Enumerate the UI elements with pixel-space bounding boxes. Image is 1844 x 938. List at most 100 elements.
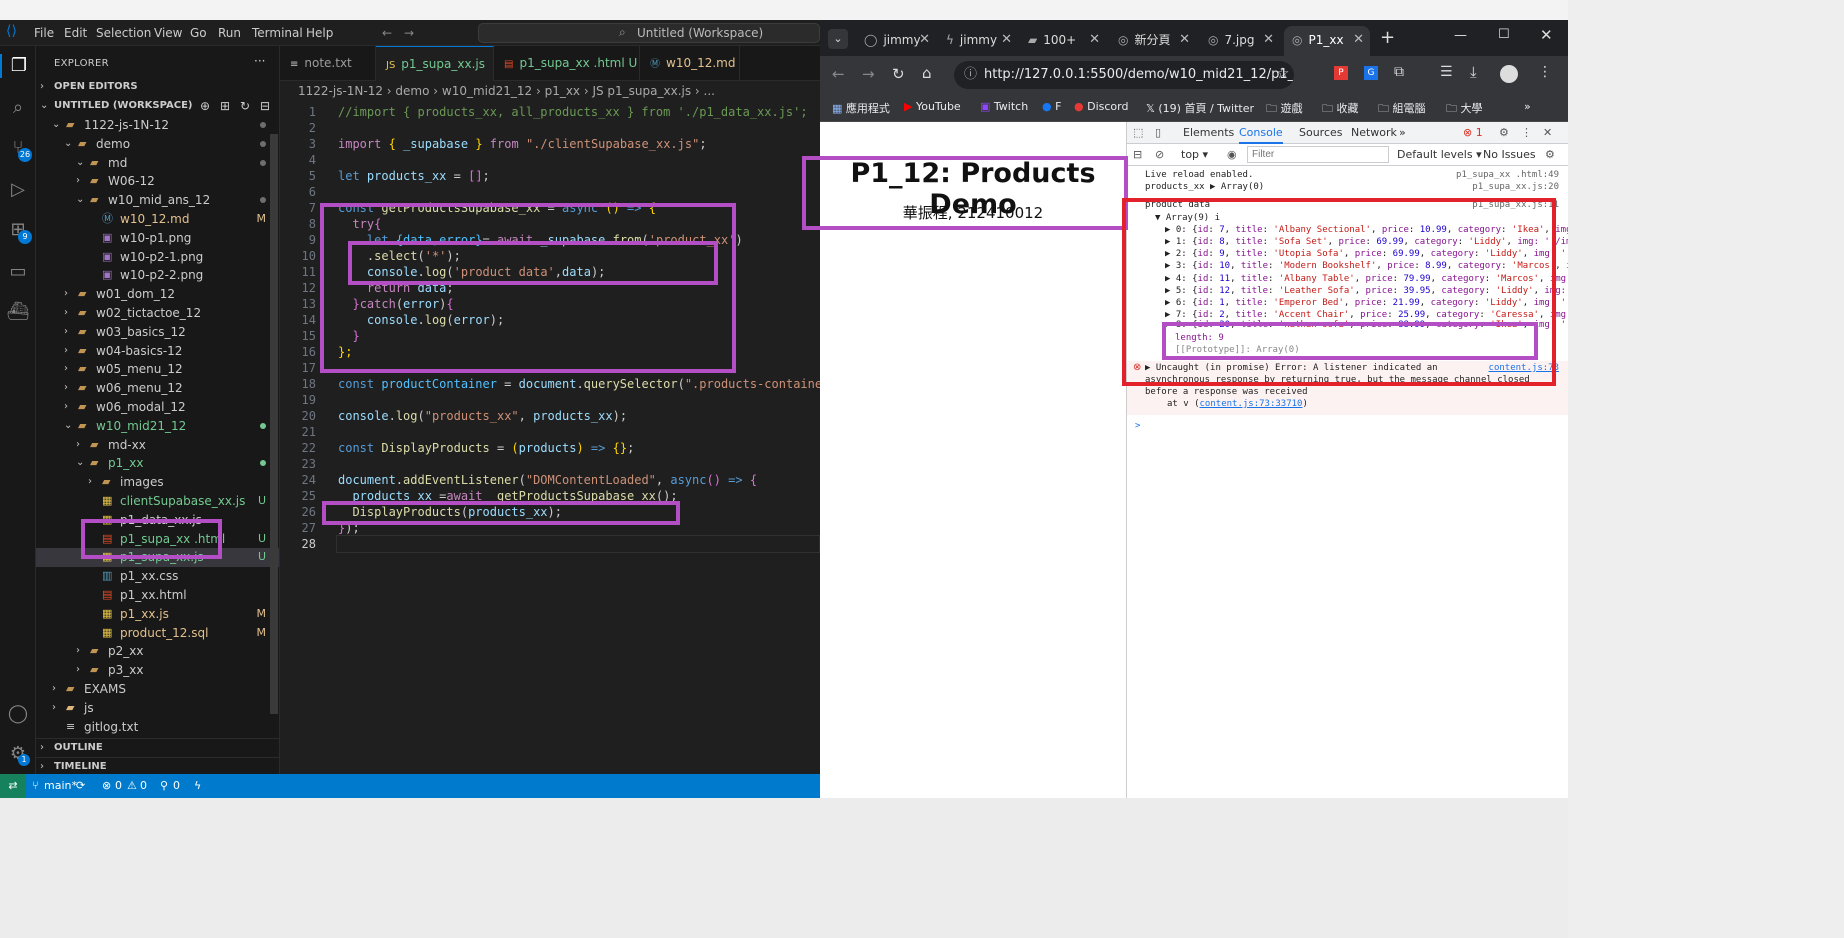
console-source-link[interactable]: p1_supa_xx.js:11 bbox=[1472, 200, 1559, 210]
more-tabs-icon[interactable]: » bbox=[1399, 126, 1406, 139]
account-icon[interactable]: ◯ bbox=[6, 702, 30, 726]
chevron-right-icon[interactable]: › bbox=[76, 436, 80, 454]
browser-tab[interactable]: ◎ 新分頁 ✕ bbox=[1110, 26, 1196, 56]
browser-tab[interactable]: ◎ 7.jpg ✕ bbox=[1200, 26, 1280, 56]
bookmark-apps[interactable]: ▦ 應用程式 bbox=[832, 100, 890, 116]
tree-item[interactable]: ⌄ ▰ 1122-js-1N-12 bbox=[36, 116, 279, 135]
back-icon[interactable]: ← bbox=[832, 65, 845, 83]
tree-item[interactable]: ⌄ ▰ w10_mid21_12 bbox=[36, 417, 279, 436]
editor-tab[interactable]: JSp1_supa_xx.js U bbox=[376, 46, 494, 107]
clear-console-icon[interactable]: ⊘ bbox=[1155, 148, 1164, 161]
close-tab-icon[interactable]: ✕ bbox=[1353, 26, 1364, 54]
tree-item[interactable]: ▣ w10-p1.png bbox=[36, 229, 279, 248]
chevron-down-icon[interactable]: ⌄ bbox=[64, 417, 72, 435]
run-debug-icon[interactable]: ▷ bbox=[6, 178, 30, 202]
outline-section[interactable]: › OUTLINE bbox=[36, 738, 279, 757]
tree-item[interactable]: ▦ p1_data_xx.js bbox=[36, 511, 279, 530]
tree-item[interactable]: › ▰ md-xx bbox=[36, 436, 279, 455]
error-source-link[interactable]: content.js:73 bbox=[1489, 363, 1559, 373]
close-tab-icon[interactable]: ✕ bbox=[1001, 26, 1012, 54]
chevron-right-icon[interactable]: › bbox=[52, 680, 56, 698]
workspace-section[interactable]: ⌄ UNTITLED (WORKSPACE) ⊕ ⊞ ↻ ⊟ bbox=[36, 97, 279, 116]
tab-console[interactable]: Console bbox=[1239, 126, 1283, 144]
menu-help[interactable]: Help bbox=[306, 26, 333, 40]
menu-edit[interactable]: Edit bbox=[64, 26, 87, 40]
tree-item[interactable]: ▥ p1_xx.css bbox=[36, 567, 279, 586]
chevron-down-icon[interactable]: ⌄ bbox=[76, 191, 84, 209]
issues-counter[interactable]: No Issues bbox=[1483, 148, 1536, 161]
tree-item[interactable]: ⌄ ▰ demo bbox=[36, 135, 279, 154]
menu-run[interactable]: Run bbox=[218, 26, 241, 40]
reading-list-icon[interactable]: ☰ bbox=[1440, 64, 1453, 80]
maximize-icon[interactable]: ☐ bbox=[1498, 27, 1510, 42]
tree-item[interactable]: › ▰ w05_menu_12 bbox=[36, 360, 279, 379]
site-info-icon[interactable]: ⓘ bbox=[964, 61, 977, 89]
tree-item[interactable]: ⌄ ▰ w10_mid_ans_12 bbox=[36, 191, 279, 210]
tree-item[interactable]: ▦ clientSupabase_xx.js U bbox=[36, 492, 279, 511]
new-tab-icon[interactable]: + bbox=[1380, 27, 1395, 48]
device-toolbar-icon[interactable]: ▯ bbox=[1155, 126, 1161, 139]
tree-item[interactable]: › ▰ w01_dom_12 bbox=[36, 285, 279, 304]
tree-item[interactable]: Ⓜw10_12.md M bbox=[36, 210, 279, 229]
tree-item[interactable]: ▤ p1_xx.html bbox=[36, 586, 279, 605]
command-center[interactable]: ⌕ Untitled (Workspace) bbox=[478, 23, 820, 43]
tree-item[interactable]: › ▰ w04-basics-12 bbox=[36, 342, 279, 361]
close-tab-icon[interactable]: ✕ bbox=[1179, 26, 1190, 54]
bookmark-pc-build[interactable]: 🗀 組電腦 bbox=[1378, 100, 1426, 119]
chevron-down-icon[interactable]: ⌄ bbox=[52, 116, 60, 134]
browser-tab[interactable]: ϟ jimmy ✕ bbox=[938, 26, 1018, 56]
remote-explorer-icon[interactable]: ▭ bbox=[6, 260, 30, 284]
bookmark-university[interactable]: 🗀 大學 bbox=[1446, 100, 1483, 119]
profile-avatar[interactable] bbox=[1500, 65, 1518, 83]
tree-item[interactable]: ≡ gitlog.txt bbox=[36, 718, 279, 737]
refresh-icon[interactable]: ↻ bbox=[240, 97, 250, 115]
bookmark-twitch[interactable]: ▣ Twitch bbox=[980, 100, 1028, 113]
close-tab-icon[interactable]: ✕ bbox=[1263, 26, 1274, 54]
chevron-right-icon[interactable]: › bbox=[52, 699, 56, 717]
chevron-down-icon[interactable]: ⌄ bbox=[76, 454, 84, 472]
tree-item[interactable]: › ▰ EXAMS bbox=[36, 680, 279, 699]
menu-go[interactable]: Go bbox=[190, 26, 207, 40]
new-file-icon[interactable]: ⊕ bbox=[200, 97, 210, 115]
menu-view[interactable]: View bbox=[154, 26, 182, 40]
bookmark-twitter[interactable]: 𝕏 (19) 首頁 / Twitter bbox=[1146, 100, 1254, 116]
search-view-icon[interactable]: ⌕ bbox=[6, 96, 30, 120]
ports-count[interactable]: 0 bbox=[173, 774, 180, 798]
tree-item[interactable]: ▦ p1_supa_xx.js U bbox=[36, 548, 279, 568]
tree-item[interactable]: › ▰ w02_tictactoe_12 bbox=[36, 304, 279, 323]
forward-icon[interactable]: → bbox=[862, 65, 875, 83]
source-control-icon[interactable]: ⑂ 26 bbox=[6, 136, 32, 162]
chevron-right-icon[interactable]: › bbox=[64, 379, 68, 397]
browser-tab[interactable]: ◯ jimmy ✕ bbox=[856, 26, 936, 56]
log-levels-select[interactable]: Default levels ▾ bbox=[1397, 148, 1482, 161]
tree-item[interactable]: › ▰ W06-12 bbox=[36, 172, 279, 191]
editor-tab[interactable]: Ⓜw10_12.md M bbox=[640, 46, 740, 106]
tree-item[interactable]: ▣ w10-p2-1.png bbox=[36, 248, 279, 267]
error-count-badge[interactable]: ⊗ 1 bbox=[1463, 126, 1483, 139]
tree-item[interactable]: ▣ w10-p2-2.png bbox=[36, 266, 279, 285]
editor-tab[interactable]: ≡ note.txt bbox=[280, 46, 376, 81]
bookmark-youtube[interactable]: ▶ YouTube bbox=[904, 100, 961, 113]
remote-indicator-icon[interactable]: ⇄ bbox=[0, 774, 26, 798]
docker-icon[interactable]: ⛴ bbox=[6, 300, 30, 324]
new-folder-icon[interactable]: ⊞ bbox=[220, 97, 230, 115]
devtools-menu-icon[interactable]: ⋮ bbox=[1521, 126, 1532, 139]
bookmarks-overflow-icon[interactable]: » bbox=[1524, 100, 1531, 113]
tab-elements[interactable]: Elements bbox=[1183, 126, 1234, 139]
reload-icon[interactable]: ↻ bbox=[892, 65, 905, 83]
bookmark-facebook[interactable]: ● F bbox=[1042, 100, 1061, 113]
chevron-right-icon[interactable]: › bbox=[88, 473, 92, 491]
bookmark-star-icon[interactable]: ☆ bbox=[1276, 64, 1289, 82]
settings-gear-icon[interactable]: ⚙ 1 bbox=[6, 742, 30, 766]
chevron-right-icon[interactable]: › bbox=[76, 642, 80, 660]
chrome-menu-icon[interactable]: ⋮ bbox=[1538, 64, 1552, 80]
branch-name[interactable]: main* bbox=[44, 774, 77, 798]
error-count[interactable]: 0 bbox=[115, 774, 122, 798]
menu-terminal[interactable]: Terminal bbox=[252, 26, 303, 40]
browser-tab[interactable]: ◎ P1_xx ✕ bbox=[1284, 26, 1370, 56]
pdf-extension-icon[interactable]: P bbox=[1334, 66, 1348, 80]
chevron-right-icon[interactable]: › bbox=[64, 323, 68, 341]
bookmark-favorites[interactable]: 🗀 收藏 bbox=[1322, 100, 1359, 119]
bookmark-discord[interactable]: ● Discord bbox=[1074, 100, 1128, 113]
sync-icon[interactable]: ⟳ bbox=[76, 774, 85, 798]
